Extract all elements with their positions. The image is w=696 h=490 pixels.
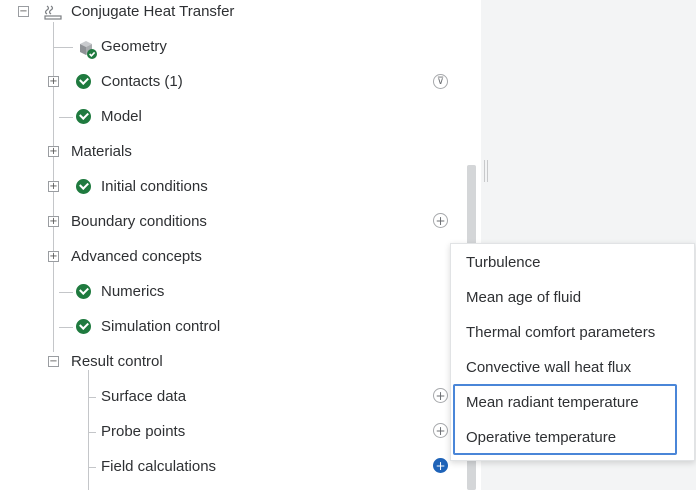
- tree-item-numerics[interactable]: Numerics: [101, 283, 164, 300]
- tree-item-result-control[interactable]: Result control: [71, 353, 163, 370]
- collapse-result-control-toggle[interactable]: −: [48, 356, 59, 367]
- add-boundary-condition-button[interactable]: +: [433, 213, 448, 228]
- tree-line: [59, 117, 73, 118]
- expand-contacts-toggle[interactable]: +: [48, 76, 59, 87]
- tree-line: [88, 370, 89, 490]
- tree-item-model[interactable]: Model: [101, 108, 142, 125]
- tree-item-initial-conditions[interactable]: Initial conditions: [101, 178, 208, 195]
- expand-advanced-concepts-toggle[interactable]: +: [48, 251, 59, 262]
- expand-materials-toggle[interactable]: +: [48, 146, 59, 157]
- menu-item-turbulence[interactable]: Turbulence: [466, 254, 541, 271]
- menu-item-thermal-comfort-parameters[interactable]: Thermal comfort parameters: [466, 324, 655, 341]
- tree-item-probe-points[interactable]: Probe points: [101, 423, 185, 440]
- menu-item-mean-age-of-fluid[interactable]: Mean age of fluid: [466, 289, 581, 306]
- tree-item-materials[interactable]: Materials: [71, 143, 132, 160]
- highlight-box: [453, 384, 677, 455]
- check-icon: [76, 74, 91, 89]
- tree-line: [59, 327, 73, 328]
- tree-root-label[interactable]: Conjugate Heat Transfer: [71, 3, 234, 20]
- tree-item-contacts[interactable]: Contacts (1): [101, 73, 183, 90]
- add-field-calculation-button[interactable]: +: [433, 458, 448, 473]
- expand-initial-conditions-toggle[interactable]: +: [48, 181, 59, 192]
- check-icon: [76, 109, 91, 124]
- tree-line: [88, 467, 96, 468]
- check-icon: [76, 319, 91, 334]
- tree-line: [88, 432, 96, 433]
- geometry-cube-icon: [76, 38, 98, 60]
- tree-item-simulation-control[interactable]: Simulation control: [101, 318, 220, 335]
- tree-line: [53, 47, 73, 48]
- tree-item-geometry[interactable]: Geometry: [101, 38, 167, 55]
- heat-transfer-icon: [44, 4, 62, 20]
- expand-boundary-conditions-toggle[interactable]: +: [48, 216, 59, 227]
- add-surface-data-button[interactable]: +: [433, 388, 448, 403]
- menu-item-convective-wall-heat-flux[interactable]: Convective wall heat flux: [466, 359, 631, 376]
- pane-splitter-handle[interactable]: [484, 160, 488, 182]
- check-icon: [76, 179, 91, 194]
- add-probe-points-button[interactable]: +: [433, 423, 448, 438]
- tree-item-advanced-concepts[interactable]: Advanced concepts: [71, 248, 202, 265]
- tree-item-field-calculations[interactable]: Field calculations: [101, 458, 216, 475]
- tree-item-surface-data[interactable]: Surface data: [101, 388, 186, 405]
- filter-icon[interactable]: ⊽: [433, 74, 448, 89]
- tree-line: [88, 397, 96, 398]
- tree-item-boundary-conditions[interactable]: Boundary conditions: [71, 213, 207, 230]
- collapse-root-toggle[interactable]: −: [18, 6, 29, 17]
- check-icon: [76, 284, 91, 299]
- tree-line: [59, 292, 73, 293]
